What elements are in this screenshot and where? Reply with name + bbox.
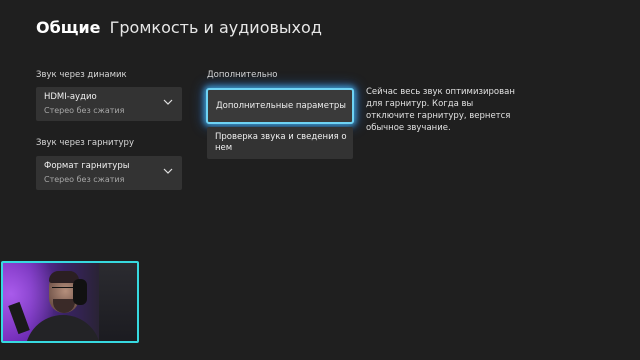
webcam-background-shelf bbox=[99, 263, 139, 343]
additional-label: Дополнительно bbox=[207, 70, 278, 80]
section-title: Общие bbox=[36, 18, 101, 37]
speaker-output-label: Звук через динамик bbox=[36, 70, 127, 80]
speaker-output-sub: Стерео без сжатия bbox=[44, 106, 125, 115]
headphones-icon bbox=[73, 279, 87, 305]
audio-check-button[interactable]: Проверка звука и сведения о нем bbox=[207, 127, 353, 159]
page-name: Громкость и аудиовыход bbox=[109, 18, 322, 37]
advanced-settings-button[interactable]: Дополнительные параметры bbox=[206, 88, 354, 124]
headset-output-value: Формат гарнитуры bbox=[44, 161, 130, 171]
webcam-overlay bbox=[3, 263, 139, 343]
chevron-down-icon bbox=[163, 168, 173, 174]
info-text: Сейчас весь звук оптимизирован для гарни… bbox=[366, 87, 515, 133]
page-title: Общие Громкость и аудиовыход bbox=[36, 18, 322, 37]
settings-page: Общие Громкость и аудиовыход Звук через … bbox=[0, 0, 640, 360]
speaker-output-dropdown[interactable]: HDMI-аудио Стерео без сжатия bbox=[36, 87, 182, 121]
speaker-output-value: HDMI-аудио bbox=[44, 92, 97, 102]
headset-output-label: Звук через гарнитуру bbox=[36, 138, 134, 148]
headset-output-dropdown[interactable]: Формат гарнитуры Стерео без сжатия bbox=[36, 156, 182, 190]
chevron-down-icon bbox=[163, 99, 173, 105]
headset-output-sub: Стерео без сжатия bbox=[44, 175, 125, 184]
